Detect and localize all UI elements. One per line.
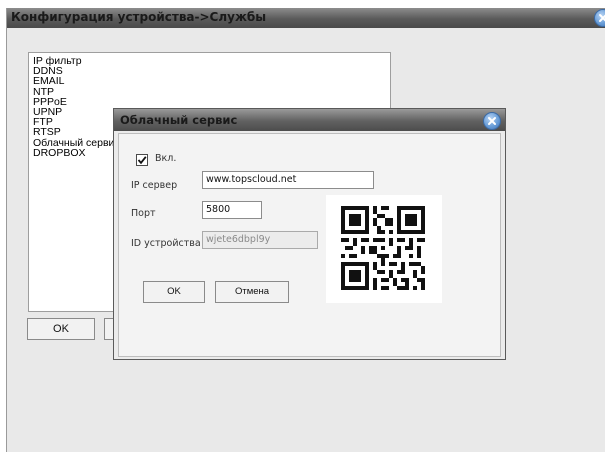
port-input[interactable]: 5800 — [202, 201, 262, 219]
services-item-pppoe[interactable]: PPPoE — [33, 96, 390, 107]
services-item-ip-filter[interactable]: IP фильтр — [33, 56, 390, 67]
main-ok-button[interactable]: OK — [27, 318, 95, 340]
dialog-cancel-button[interactable]: Отмена — [215, 281, 289, 303]
main-titlebar: Конфигурация устройства->Службы — [7, 8, 605, 28]
ip-server-input[interactable]: www.topscloud.net — [202, 171, 374, 189]
services-item-ddns[interactable]: DDNS — [33, 66, 390, 77]
services-item-email[interactable]: EMAIL — [33, 76, 390, 87]
port-label: Порт — [131, 208, 156, 219]
close-icon — [488, 117, 496, 125]
dialog-ok-button[interactable]: OK — [143, 281, 205, 303]
dialog-title: Облачный сервис — [120, 113, 238, 127]
ip-server-label: IP сервер — [131, 180, 178, 191]
enable-label: Вкл. — [155, 153, 177, 164]
enable-checkbox[interactable] — [136, 154, 148, 166]
dialog-titlebar: Облачный сервис — [114, 109, 505, 131]
checkmark-icon — [137, 156, 147, 165]
dialog-close-button[interactable] — [483, 112, 501, 130]
main-close-button[interactable] — [594, 9, 605, 27]
device-id-label: ID устройства — [131, 238, 201, 249]
cloud-service-dialog: Облачный сервис Вкл. IP сервер www.topsc… — [113, 108, 506, 360]
close-icon — [599, 14, 605, 22]
dialog-body: Вкл. IP сервер www.topscloud.net Порт 58… — [118, 133, 501, 357]
qr-code-panel — [326, 195, 442, 303]
services-item-ntp[interactable]: NTP — [33, 86, 390, 97]
main-window-title: Конфигурация устройства->Службы — [11, 10, 267, 24]
qr-code-icon — [341, 206, 425, 290]
device-id-input: wjete6dbpl9y — [202, 231, 318, 249]
